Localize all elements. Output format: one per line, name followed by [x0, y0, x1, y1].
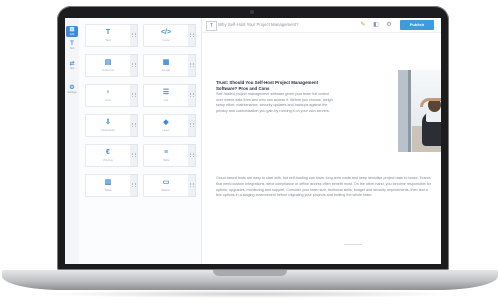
rail-settings-label: Settings	[67, 91, 77, 94]
text-icon: T	[105, 29, 111, 36]
block-pricing[interactable]: € Pricing	[85, 144, 131, 167]
block-label: Image	[161, 68, 171, 72]
drag-handle[interactable]	[130, 24, 138, 47]
table-icon: ▥	[104, 179, 112, 186]
settings-icon[interactable]: ⚙	[385, 21, 393, 29]
block-table[interactable]: ▥ Table	[85, 174, 131, 197]
drag-handle[interactable]	[188, 114, 196, 137]
tabs-icon: ≡	[163, 149, 169, 156]
publish-button[interactable]: Publish	[400, 20, 434, 30]
block-label: List	[163, 98, 169, 102]
article-body[interactable]: Cloud-based tools are easy to start with…	[216, 176, 432, 199]
block-text[interactable]: T Text	[85, 24, 131, 47]
block-label: Layer	[162, 128, 170, 132]
rail-text-button[interactable]: T Text	[66, 40, 78, 51]
rail-add-label: Add	[69, 33, 75, 36]
drag-handle[interactable]	[188, 24, 196, 47]
block-label: Download	[101, 128, 115, 132]
editor-toolbar: T Why Self-Host Your Project Management?…	[202, 18, 441, 33]
laptop-screen: ⊞ Add T Text ⇄ Link ⚙ Settings T Text </…	[65, 18, 441, 264]
columns-icon: ▤	[104, 59, 112, 66]
drag-handle[interactable]	[130, 84, 138, 107]
blocks-panel: T Text </> Code ▤ Columns ▦ Image ♀ Icon…	[79, 18, 202, 264]
camera	[250, 10, 254, 14]
block-label: Button	[161, 188, 171, 192]
rail-add-button[interactable]: ⊞ Add	[66, 26, 78, 37]
block-code[interactable]: </> Code	[143, 24, 189, 47]
article-intro[interactable]: Self-hosted project management software …	[216, 92, 336, 114]
drag-handle[interactable]	[188, 174, 196, 197]
drag-handle[interactable]	[188, 84, 196, 107]
block-label: Icon	[105, 98, 111, 102]
edit-icon[interactable]: ✎	[359, 21, 367, 29]
drag-handle[interactable]	[188, 144, 196, 167]
block-list[interactable]: ☰ List	[143, 84, 189, 107]
block-image[interactable]: ▦ Image	[143, 54, 189, 77]
image-icon: ▦	[162, 59, 170, 66]
laptop-bezel: ⊞ Add T Text ⇄ Link ⚙ Settings T Text </…	[57, 6, 449, 270]
block-button[interactable]: ▭ Button	[143, 174, 189, 197]
article-headline[interactable]: Trust: Should You Self-Host Project Mana…	[216, 80, 334, 92]
laptop-notch	[213, 270, 287, 276]
person-icon: ♀	[105, 89, 111, 96]
rail-text-label: Text	[69, 47, 75, 50]
block-icon[interactable]: ♀ Icon	[85, 84, 131, 107]
block-label: Columns	[102, 68, 114, 72]
euro-icon: €	[106, 149, 110, 156]
block-label: Code	[162, 38, 170, 42]
block-tabs[interactable]: ≡ Tabs	[143, 144, 189, 167]
rail-settings-button[interactable]: ⚙ Settings	[66, 84, 78, 95]
rail-link-label: Link	[69, 67, 75, 70]
laptop-shadow	[40, 290, 460, 298]
block-layer[interactable]: ◆ Layer	[143, 114, 189, 137]
drag-handle[interactable]	[130, 54, 138, 77]
button-icon: ▭	[162, 179, 170, 186]
divider	[344, 244, 362, 245]
preview-icon[interactable]: ◧	[372, 21, 380, 29]
block-label: Text	[105, 38, 111, 42]
layer-icon: ◆	[163, 119, 169, 126]
left-rail: ⊞ Add T Text ⇄ Link ⚙ Settings	[65, 18, 80, 264]
document-title[interactable]: Why Self-Host Your Project Management?	[218, 22, 299, 27]
code-icon: </>	[160, 29, 172, 36]
block-label: Tabs	[162, 158, 170, 162]
list-icon: ☰	[162, 89, 170, 96]
block-columns[interactable]: ▤ Columns	[85, 54, 131, 77]
block-download[interactable]: ⇩ Download	[85, 114, 131, 137]
drag-handle[interactable]	[130, 174, 138, 197]
rail-link-button[interactable]: ⇄ Link	[66, 60, 78, 71]
drag-handle[interactable]	[188, 54, 196, 77]
download-icon: ⇩	[105, 119, 111, 126]
editor-canvas: T Why Self-Host Your Project Management?…	[202, 18, 441, 264]
drag-handle[interactable]	[130, 114, 138, 137]
document-icon: T	[206, 21, 217, 31]
article-image[interactable]	[398, 70, 441, 152]
drag-handle[interactable]	[130, 144, 138, 167]
block-label: Pricing	[103, 158, 113, 162]
block-label: Table	[104, 188, 112, 192]
